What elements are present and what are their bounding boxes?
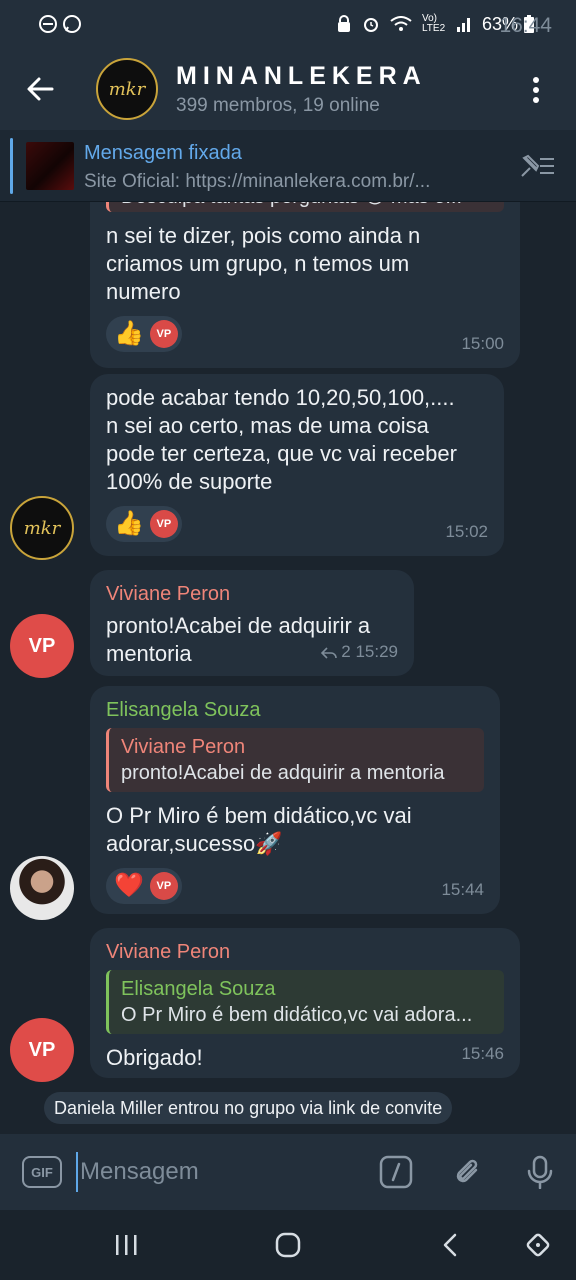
message-time-block: 2 15:29 bbox=[320, 638, 398, 666]
home-button[interactable] bbox=[268, 1225, 308, 1265]
more-options-button[interactable] bbox=[516, 70, 556, 110]
reactor-avatar: VP bbox=[149, 510, 178, 538]
quote-text: O Pr Miro é bem didático,vc vai adora... bbox=[121, 1004, 473, 1026]
rotate-icon bbox=[526, 1233, 550, 1257]
sender-avatar[interactable]: VP bbox=[10, 1018, 74, 1082]
message-bubble[interactable]: pode acabar tendo 10,20,50,100,.... n se… bbox=[90, 374, 504, 556]
message-time: 15:00 bbox=[461, 334, 504, 353]
gif-button[interactable]: GIF bbox=[22, 1156, 62, 1188]
voice-button[interactable] bbox=[520, 1152, 560, 1192]
pinned-title: Mensagem fixada bbox=[84, 142, 242, 164]
message-bubble[interactable]: Viviane Peron Elisangela Souza O Pr Miro… bbox=[90, 928, 520, 1078]
quote-name: Viviane Peron bbox=[121, 736, 246, 758]
status-time: 16:44 bbox=[499, 14, 552, 37]
message-bubble[interactable]: Viviane Peron pronto!Acabei de adquirir … bbox=[90, 570, 414, 676]
attach-button[interactable] bbox=[448, 1152, 488, 1192]
message-text: Obrigado! bbox=[106, 1045, 203, 1070]
message-text: O Pr Miro é bem didático,vc vai adorar,s… bbox=[106, 803, 412, 856]
message-time: 15:29 bbox=[355, 642, 398, 661]
group-subtitle: 399 membros, 19 online bbox=[176, 94, 380, 116]
status-bar: 16:44 Vo) LTE2 63% bbox=[0, 0, 576, 48]
reactions: 👍 VP bbox=[106, 506, 488, 542]
reaction-pill[interactable]: 👍 VP bbox=[106, 506, 182, 542]
pin-list-icon bbox=[521, 154, 554, 177]
message-input[interactable] bbox=[76, 1152, 356, 1192]
message-time: 15:02 bbox=[445, 522, 488, 541]
quote-name: Elisangela Souza bbox=[121, 978, 276, 1000]
chevron-left-icon bbox=[443, 1233, 457, 1257]
group-title: MINANLEKERA bbox=[176, 61, 427, 90]
sender-name[interactable]: Viviane Peron bbox=[106, 580, 398, 608]
reply-icon bbox=[320, 646, 337, 659]
commands-button[interactable] bbox=[376, 1152, 416, 1192]
sender-avatar[interactable]: VP bbox=[10, 614, 74, 678]
reactions: ❤️ VP bbox=[106, 868, 484, 904]
quote-text: pronto!Acabei de adquirir a mentoria bbox=[121, 762, 445, 784]
sender-avatar-photo[interactable] bbox=[10, 856, 74, 920]
pinned-body: Site Oficial: https://minanlekera.com.br… bbox=[84, 171, 431, 192]
recent-apps-button[interactable] bbox=[106, 1225, 146, 1265]
reactor-avatar: VP bbox=[149, 320, 178, 348]
reply-count[interactable]: 2 bbox=[341, 642, 350, 661]
message-bubble[interactable]: Elisangela Souza Viviane Peron pronto!Ac… bbox=[90, 686, 500, 914]
reply-quote[interactable]: Desculpa tantas perguntas 😅 mas o... bbox=[106, 202, 504, 212]
reaction-pill[interactable]: ❤️ VP bbox=[106, 868, 182, 904]
system-navigation-bar bbox=[0, 1210, 576, 1280]
sender-avatar[interactable]: mkr bbox=[10, 496, 74, 560]
pinned-message[interactable]: Mensagem fixada Site Oficial: https://mi… bbox=[0, 130, 576, 202]
message-bubble[interactable]: Desculpa tantas perguntas 😅 mas o... n s… bbox=[90, 202, 520, 368]
service-message: Daniela Miller entrou no grupo via link … bbox=[44, 1092, 453, 1124]
home-icon bbox=[275, 1232, 301, 1258]
lock-icon bbox=[336, 15, 352, 33]
network-label: Vo) LTE2 bbox=[421, 13, 446, 34]
reaction-emoji: 👍 bbox=[114, 510, 144, 537]
reaction-pill[interactable]: 👍 VP bbox=[106, 316, 182, 352]
quote-text: Desculpa tantas perguntas 😅 mas o... bbox=[121, 202, 492, 210]
reaction-emoji: ❤️ bbox=[114, 872, 144, 899]
reactions: 👍 VP bbox=[106, 316, 504, 352]
reply-quote[interactable]: Viviane Peron pronto!Acabei de adquirir … bbox=[106, 728, 484, 792]
message-time: 15:44 bbox=[441, 880, 484, 899]
arrow-left-icon bbox=[27, 77, 54, 101]
reaction-emoji: 👍 bbox=[114, 320, 144, 347]
pinned-indicator bbox=[10, 138, 13, 194]
signal-icon bbox=[456, 16, 472, 32]
sender-name[interactable]: Elisangela Souza bbox=[106, 696, 484, 724]
rotate-button[interactable] bbox=[518, 1225, 558, 1265]
alarm-icon bbox=[362, 15, 380, 33]
chat-area[interactable]: Desculpa tantas perguntas 😅 mas o... n s… bbox=[0, 202, 576, 1134]
wifi-icon bbox=[390, 16, 412, 32]
message-text: n sei te dizer, pois como ainda n criamo… bbox=[106, 223, 421, 304]
paperclip-icon bbox=[456, 1159, 478, 1183]
pinned-list-button[interactable] bbox=[518, 148, 558, 184]
microphone-icon bbox=[527, 1155, 553, 1189]
chat-header: mkr MINANLEKERA 399 membros, 19 online bbox=[0, 48, 576, 130]
dots-vertical-icon bbox=[533, 77, 539, 103]
slash-command-icon bbox=[379, 1155, 413, 1189]
pinned-content: Mensagem fixada Site Oficial: https://mi… bbox=[84, 142, 430, 193]
message-time: 15:46 bbox=[461, 1044, 504, 1063]
do-not-disturb-icon bbox=[38, 14, 58, 34]
reactor-avatar: VP bbox=[149, 872, 178, 900]
message-text: pode acabar tendo 10,20,50,100,.... n se… bbox=[106, 385, 457, 494]
back-button[interactable] bbox=[0, 48, 80, 130]
nav-back-button[interactable] bbox=[430, 1225, 470, 1265]
pinned-thumbnail bbox=[26, 142, 74, 190]
group-avatar[interactable]: mkr bbox=[96, 58, 158, 120]
whatsapp-icon bbox=[62, 14, 82, 34]
message-input-bar: GIF bbox=[0, 1134, 576, 1210]
reply-quote[interactable]: Elisangela Souza O Pr Miro é bem didátic… bbox=[106, 970, 504, 1034]
sender-name[interactable]: Viviane Peron bbox=[106, 938, 504, 966]
recent-apps-icon bbox=[116, 1235, 137, 1255]
group-info[interactable]: MINANLEKERA 399 membros, 19 online bbox=[176, 62, 427, 117]
